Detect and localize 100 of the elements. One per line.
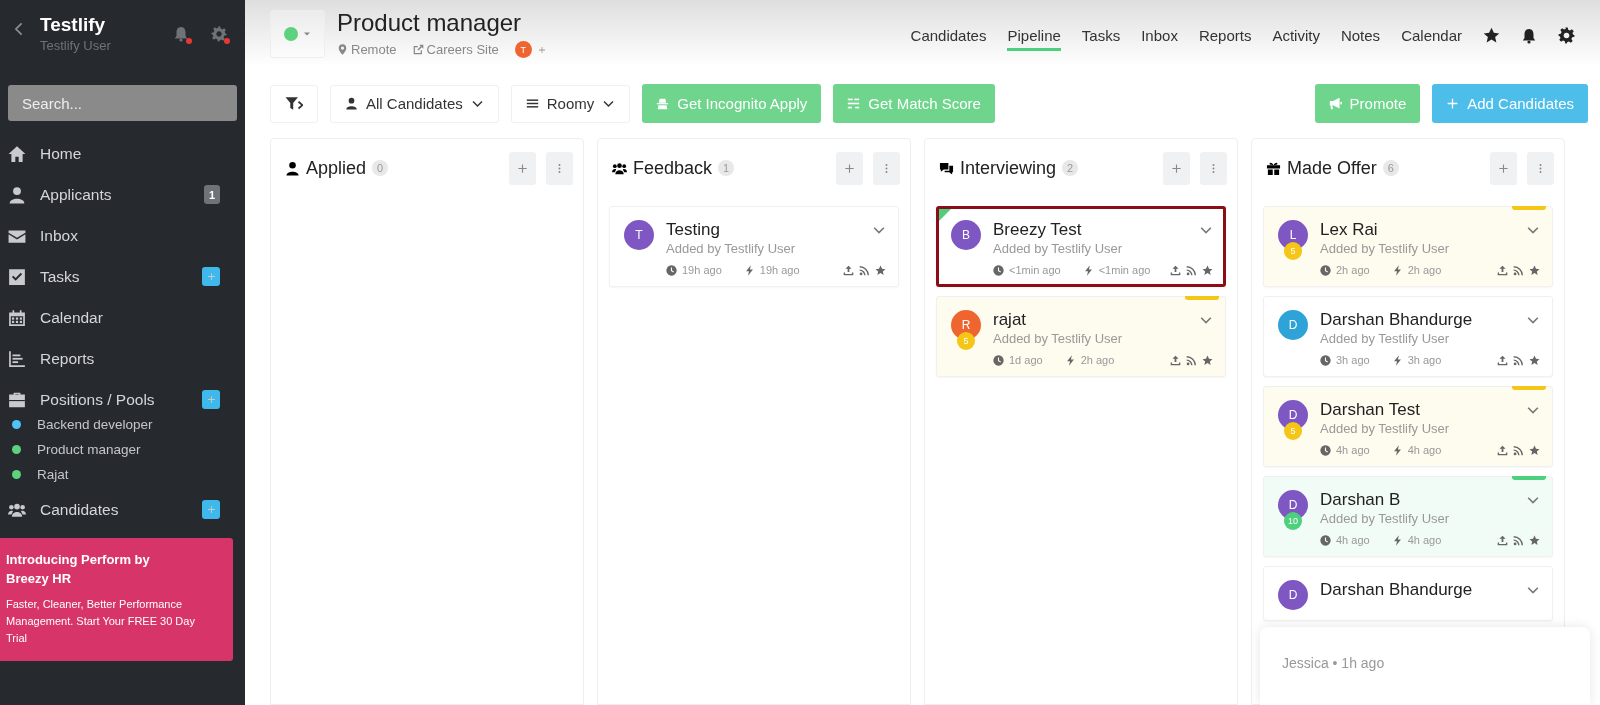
updated-time: 3h ago <box>1336 354 1370 366</box>
status-dropdown[interactable] <box>270 10 325 58</box>
calendar-icon <box>8 308 26 327</box>
home-icon <box>8 144 26 163</box>
add-button[interactable] <box>1490 151 1517 185</box>
added-by-text: Added by Testlify User <box>993 331 1124 346</box>
sidebar-item[interactable]: Home <box>0 133 245 174</box>
added-by-text: Added by Testlify User <box>666 241 797 256</box>
star-icon <box>1202 264 1213 276</box>
nav-tab[interactable]: Calendar <box>1401 26 1462 51</box>
candidate-card[interactable]: D 5 Darshan Test Added by Testlify User 4h ago 4h ago <box>1263 386 1553 467</box>
avatar: B <box>951 220 981 250</box>
stage-title: Interviewing <box>960 157 1057 179</box>
add-button[interactable] <box>509 151 536 185</box>
updated-time: 1d ago <box>1009 354 1043 366</box>
clock-icon <box>1320 444 1331 456</box>
candidate-name: rajat <box>993 310 1028 330</box>
nav-tab[interactable]: Notes <box>1340 26 1381 51</box>
score-badge: 5 <box>1284 242 1302 260</box>
star-icon <box>1483 27 1500 44</box>
star-icon <box>1529 444 1540 456</box>
rss-icon <box>1513 534 1524 546</box>
candidate-card[interactable]: D Darshan Bhandurge <box>1263 566 1553 621</box>
sidebar-item[interactable]: Inbox <box>0 215 245 256</box>
sidebar-item[interactable]: Applicants 1 <box>0 174 245 215</box>
user-name: Testlify User <box>40 38 112 53</box>
more-button[interactable] <box>1527 151 1554 185</box>
plus-icon <box>206 395 216 404</box>
rss-icon <box>1186 264 1197 276</box>
position-item[interactable]: Product manager <box>0 437 245 462</box>
rss-icon <box>1513 354 1524 366</box>
nav-tab[interactable]: Candidates <box>910 26 987 51</box>
updated-time: 4h ago <box>1336 444 1370 456</box>
more-button[interactable] <box>1200 151 1227 185</box>
add-button[interactable] <box>202 390 220 409</box>
nav-tab[interactable]: Reports <box>1198 26 1252 51</box>
sidebar-item[interactable]: Calendar <box>0 297 245 338</box>
sidebar-item[interactable]: Candidates <box>0 489 245 530</box>
candidate-card[interactable]: D Darshan Bhandurge Added by Testlify User 3h ago 3h ago <box>1263 296 1553 377</box>
upload-icon <box>1170 264 1181 276</box>
list-icon <box>525 97 539 110</box>
upload-icon <box>1497 534 1508 546</box>
avatar: D <box>1278 580 1308 610</box>
stage-title: Applied <box>306 157 367 179</box>
location-text: Remote <box>351 42 397 57</box>
candidates-dropdown[interactable]: All Candidates <box>330 84 499 123</box>
candidate-card[interactable]: D 10 Darshan B Added by Testlify User 4h ago 4h ago <box>1263 476 1553 557</box>
plus-icon <box>206 505 216 514</box>
plus-icon <box>844 162 855 174</box>
clock-icon <box>1320 354 1331 366</box>
activity-time: 3h ago <box>1407 354 1442 366</box>
candidate-name: Testing <box>666 220 721 240</box>
add-button[interactable] <box>1163 151 1190 185</box>
activity-time: 4h ago <box>1407 534 1442 546</box>
briefcase-icon <box>8 390 26 409</box>
candidate-name: Breezy Test <box>993 220 1083 240</box>
activity-time: 2h ago <box>1407 264 1442 276</box>
count-badge: 1 <box>204 185 220 204</box>
plus-icon <box>517 162 528 174</box>
updated-time: 4h ago <box>1336 534 1370 546</box>
added-by-text: Added by Testlify User <box>993 241 1124 256</box>
add-button[interactable] <box>202 267 220 286</box>
added-by-text: Added by Testlify User <box>1320 331 1451 346</box>
sidebar-item[interactable]: Tasks <box>0 256 245 297</box>
candidate-card[interactable]: B Breezy Test Added by Testlify User <1min ago <1min ago <box>936 206 1226 287</box>
nav-tab[interactable]: Pipeline <box>1007 26 1061 51</box>
star-icon <box>875 264 886 276</box>
nav-tab[interactable]: Activity <box>1272 26 1320 51</box>
rss-icon <box>1513 264 1524 276</box>
more-button[interactable] <box>546 151 573 185</box>
candidate-card[interactable]: L 5 Lex Rai Added by Testlify User 2h ago 2h ago <box>1263 206 1553 287</box>
upload-icon <box>1497 354 1508 366</box>
promo-banner[interactable]: Introducing Perform by Breezy HR Faster, Cleaner, Better Performance Management. Start Your FREE 30 Day Trial <box>0 538 233 661</box>
plus-icon <box>1446 97 1460 110</box>
added-by-text: Added by Testlify User <box>1320 511 1451 526</box>
add-button[interactable] <box>202 500 220 519</box>
position-item[interactable]: Rajat <box>0 462 245 487</box>
candidate-card[interactable]: T Testing Added by Testlify User 19h ago 19h ago <box>609 206 899 287</box>
add-button[interactable] <box>836 151 863 185</box>
position-title: Product manager <box>337 8 523 38</box>
filter-button[interactable] <box>270 84 318 123</box>
nav-tab[interactable]: Tasks <box>1081 26 1121 51</box>
star-icon <box>1529 534 1540 546</box>
clock-icon <box>993 354 1004 366</box>
candidate-name: Lex Rai <box>1320 220 1379 240</box>
sidebar-item[interactable]: Reports <box>0 338 245 379</box>
person-icon <box>345 97 358 110</box>
candidate-name: Darshan B <box>1320 490 1402 510</box>
rss-icon <box>1513 444 1524 456</box>
score-badge: 10 <box>1284 512 1302 530</box>
nav-tab[interactable]: Inbox <box>1141 26 1178 51</box>
view-dropdown[interactable]: Roomy <box>510 84 631 123</box>
search-field[interactable]: Search... <box>8 85 237 121</box>
settings-icon <box>1558 27 1575 44</box>
avatar: D <box>1278 310 1308 340</box>
candidate-card[interactable]: R 5 rajat Added by Testlify User 1d ago 2h ago <box>936 296 1226 377</box>
updated-time: <1min ago <box>1009 264 1061 276</box>
candidate-name: Darshan Bhandurge <box>1320 580 1474 600</box>
more-button[interactable] <box>873 151 900 185</box>
bell-icon <box>173 26 189 42</box>
